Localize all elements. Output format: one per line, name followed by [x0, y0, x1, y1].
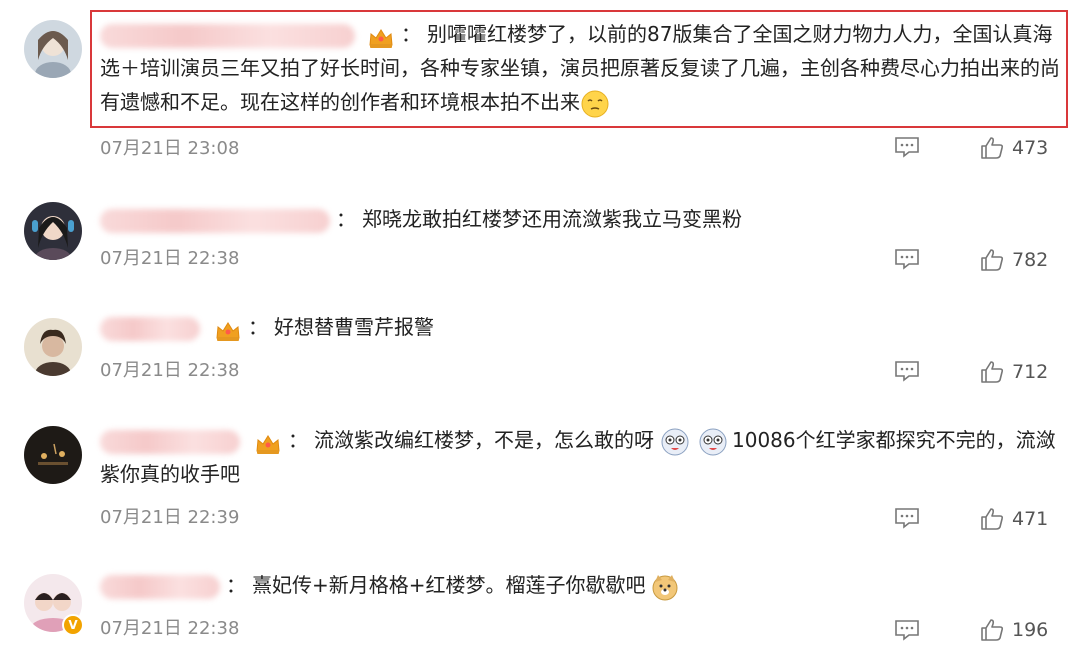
- comment-content: 郑晓龙敢拍红楼梦还用流潋紫我立马变黑粉: [362, 207, 742, 231]
- comment-time: 07月21日 23:08: [100, 138, 240, 159]
- doge-emoji-icon: [650, 572, 680, 602]
- username-blurred[interactable]: [100, 429, 240, 454]
- comment-item: ：好想替曹雪芹报警 07月21日 22:38 712: [0, 290, 1080, 402]
- avatar[interactable]: [24, 20, 82, 78]
- emoji-icon: [580, 89, 610, 119]
- comment-item: ：别嚯嚯红楼梦了，以前的87版集合了全国之财力物力人力，全国认真海选＋培训演员三…: [0, 0, 1080, 170]
- reply-icon[interactable]: [894, 136, 920, 158]
- dizzy-emoji-icon: [660, 427, 690, 457]
- comment-text: ：好想替曹雪芹报警: [100, 310, 1060, 344]
- comment-text: ：流潋紫改编红楼梦，不是，怎么敢的呀 10086个红学家都探究不完的，流潋紫你真的…: [100, 427, 1056, 486]
- avatar[interactable]: [24, 202, 82, 260]
- comment-text: ：郑晓龙敢拍红楼梦还用流潋紫我立马变黑粉: [100, 202, 1060, 236]
- reply-icon[interactable]: [894, 619, 920, 641]
- username-blurred[interactable]: [100, 316, 200, 341]
- username-blurred[interactable]: [100, 574, 220, 599]
- avatar[interactable]: [24, 426, 82, 484]
- comment-content: 熹妃传+新月格格+红楼梦。榴莲子你歇歇吧: [252, 573, 646, 597]
- thumbs-up-icon[interactable]: [980, 360, 1004, 384]
- comment-item: ：郑晓龙敢拍红楼梦还用流潋紫我立马变黑粉 07月21日 22:38 782: [0, 170, 1080, 290]
- comment-content: 好想替曹雪芹报警: [274, 315, 434, 339]
- crown-icon: [214, 318, 242, 341]
- username-blurred[interactable]: [100, 23, 355, 48]
- like-count: 782: [1012, 249, 1049, 271]
- thumbs-up-icon[interactable]: [980, 248, 1004, 272]
- reply-icon[interactable]: [894, 507, 920, 529]
- comment-item: ：流潋紫改编红楼梦，不是，怎么敢的呀 10086个红学家都探究不完的，流潋紫你真的…: [0, 402, 1080, 552]
- crown-icon: [254, 431, 282, 454]
- comment-text: ：熹妃传+新月格格+红楼梦。榴莲子你歇歇吧: [100, 568, 1060, 602]
- thumbs-up-icon[interactable]: [980, 618, 1004, 642]
- comment-time: 07月21日 22:39: [100, 507, 240, 528]
- username-blurred[interactable]: [100, 208, 330, 233]
- dizzy-emoji-icon: [698, 427, 728, 457]
- reply-icon[interactable]: [894, 360, 920, 382]
- comment-time: 07月21日 22:38: [100, 618, 240, 639]
- comment-text: ：别嚯嚯红楼梦了，以前的87版集合了全国之财力物力人力，全国认真海选＋培训演员三…: [100, 17, 1060, 119]
- reply-icon[interactable]: [894, 248, 920, 270]
- comment-content: 流潋紫改编红楼梦，不是，怎么敢的呀: [314, 428, 654, 452]
- thumbs-up-icon[interactable]: [980, 136, 1004, 160]
- verified-icon: V: [62, 614, 84, 636]
- like-count: 471: [1012, 508, 1049, 530]
- comment-time: 07月21日 22:38: [100, 360, 240, 381]
- comment-item: V ：熹妃传+新月格格+红楼梦。榴莲子你歇歇吧 07月21日 22:38 196: [0, 552, 1080, 662]
- like-count: 196: [1012, 619, 1049, 641]
- like-count: 712: [1012, 361, 1049, 383]
- avatar[interactable]: [24, 318, 82, 376]
- comment-time: 07月21日 22:38: [100, 248, 240, 269]
- like-count: 473: [1012, 137, 1049, 159]
- thumbs-up-icon[interactable]: [980, 507, 1004, 531]
- crown-icon: [367, 25, 395, 48]
